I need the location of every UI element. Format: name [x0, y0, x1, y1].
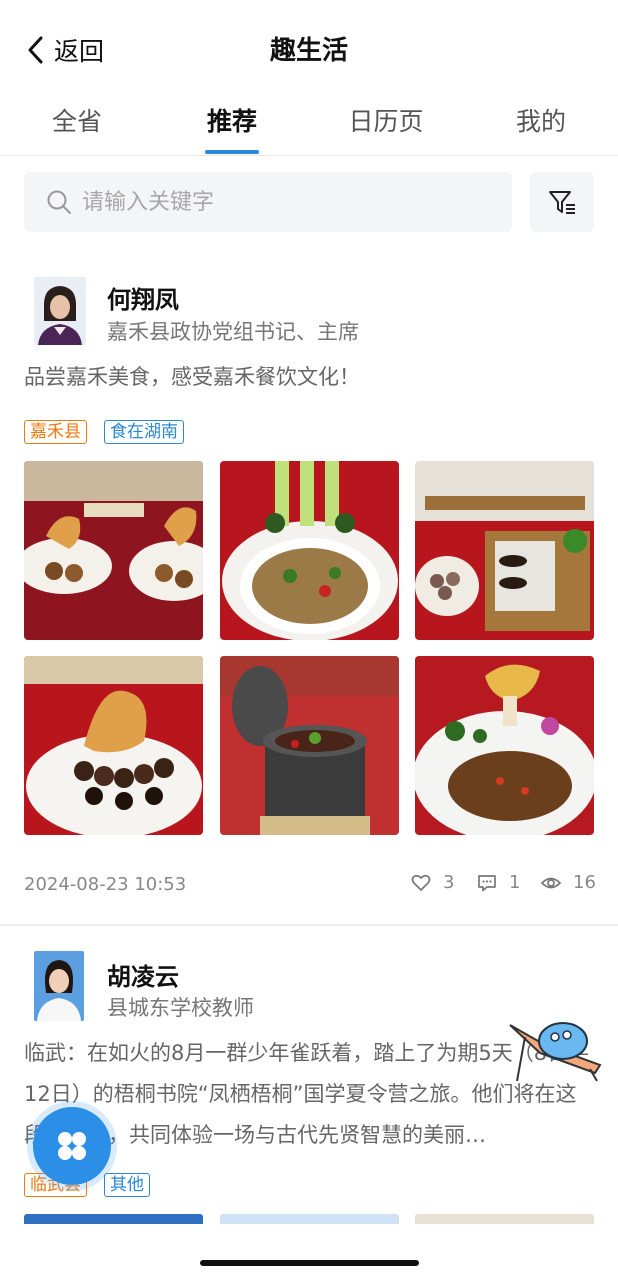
post-photo-preview[interactable]	[24, 1214, 203, 1224]
comment-count: 1	[509, 872, 521, 893]
author-role: 嘉禾县政协党组书记、主席	[107, 320, 359, 344]
post-photo[interactable]	[220, 656, 399, 835]
post-photo-preview[interactable]	[220, 1214, 399, 1224]
eye-icon	[541, 877, 561, 888]
tag-county[interactable]: 嘉禾县	[24, 420, 87, 444]
post-photo[interactable]	[24, 461, 203, 640]
like-count: 3	[443, 872, 455, 893]
author-name[interactable]: 何翔凤	[107, 280, 179, 315]
tag-category[interactable]: 其他	[104, 1173, 150, 1197]
floating-menu-button[interactable]	[33, 1107, 111, 1185]
view-stat: 16	[541, 872, 596, 893]
home-indicator[interactable]	[200, 1260, 419, 1266]
tab-active-indicator	[205, 150, 259, 154]
view-count: 16	[573, 872, 596, 893]
header: 返回 趣生活	[0, 0, 618, 100]
tab-mine[interactable]: 我的	[516, 102, 566, 138]
search-icon	[47, 190, 71, 214]
like-button[interactable]: 3	[411, 872, 454, 893]
tab-bar: 全省 推荐 日历页 我的	[0, 100, 618, 156]
post-photo[interactable]	[415, 461, 594, 640]
search-row	[24, 172, 594, 232]
filter-icon	[549, 191, 575, 214]
author-role: 县城东学校教师	[107, 996, 254, 1020]
post-card[interactable]: 何翔凤 嘉禾县政协党组书记、主席 品尝嘉禾美食，感受嘉禾餐饮文化！ 嘉禾县 食在…	[0, 260, 618, 922]
tab-calendar[interactable]: 日历页	[348, 102, 423, 138]
search-box[interactable]	[24, 172, 512, 232]
post-photo[interactable]	[220, 461, 399, 640]
post-text[interactable]: 品尝嘉禾美食，感受嘉禾餐饮文化！	[24, 357, 594, 398]
mascot-sticker	[505, 1015, 605, 1085]
post-photo[interactable]	[24, 656, 203, 835]
tab-recommend[interactable]: 推荐	[207, 102, 257, 138]
post-date: 2024-08-23 10:53	[24, 874, 187, 895]
heart-icon	[411, 874, 431, 891]
avatar[interactable]	[34, 951, 84, 1021]
clover-icon	[58, 1132, 86, 1160]
post-photo-preview[interactable]	[415, 1214, 594, 1224]
home-indicator-area	[0, 1224, 618, 1280]
post-photo[interactable]	[415, 656, 594, 835]
search-input[interactable]	[82, 189, 482, 215]
tag-category[interactable]: 食在湖南	[104, 420, 184, 444]
avatar[interactable]	[34, 277, 86, 345]
tab-province[interactable]: 全省	[52, 102, 102, 138]
filter-button[interactable]	[530, 172, 594, 232]
page-title: 趣生活	[269, 36, 348, 66]
comment-button[interactable]: 1	[477, 872, 520, 893]
comment-icon	[478, 874, 496, 891]
author-name[interactable]: 胡凌云	[107, 957, 179, 992]
post-divider	[0, 924, 618, 926]
